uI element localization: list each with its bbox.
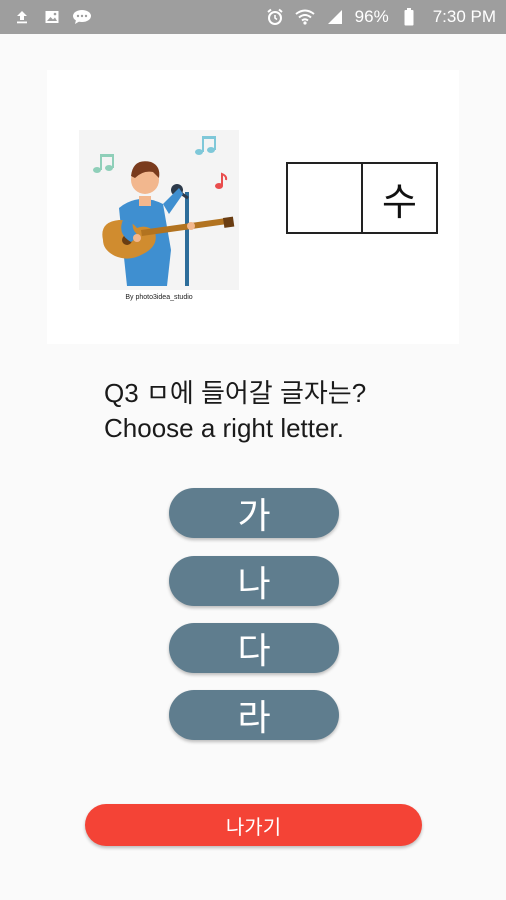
status-bar-right: 96% 7:30 PM <box>265 7 496 27</box>
option-button-3[interactable]: 다 <box>169 623 339 673</box>
given-letter-cell: 수 <box>361 164 436 232</box>
question-korean: Q3 ㅁ에 들어갈 글자는? <box>104 378 367 408</box>
guitar-singer-illustration <box>79 130 239 290</box>
image-credit: By photo3idea_studio <box>125 294 193 301</box>
clock: 7:30 PM <box>432 7 496 26</box>
image-icon <box>42 7 62 27</box>
option-button-2[interactable]: 나 <box>169 556 339 606</box>
word-puzzle: 수 <box>286 162 438 234</box>
chat-icon <box>72 7 92 27</box>
exit-button[interactable]: 나가기 <box>85 804 422 846</box>
option-button-4[interactable]: 라 <box>169 690 339 740</box>
question-english: Choose a right letter. <box>104 413 344 443</box>
status-bar: 96% 7:30 PM <box>0 0 506 34</box>
upload-icon <box>12 7 32 27</box>
status-bar-left <box>12 7 92 27</box>
blank-cell <box>288 164 361 232</box>
question-text: Q3 ㅁ에 들어갈 글자는? Choose a right letter. <box>104 376 484 446</box>
option-button-1[interactable]: 가 <box>169 488 339 538</box>
battery-percent: 96% <box>354 7 389 26</box>
battery-icon <box>399 7 419 27</box>
signal-icon <box>325 7 345 27</box>
alarm-icon <box>265 7 285 27</box>
wifi-icon <box>295 7 315 27</box>
question-card: By photo3idea_studio 수 <box>47 70 459 344</box>
